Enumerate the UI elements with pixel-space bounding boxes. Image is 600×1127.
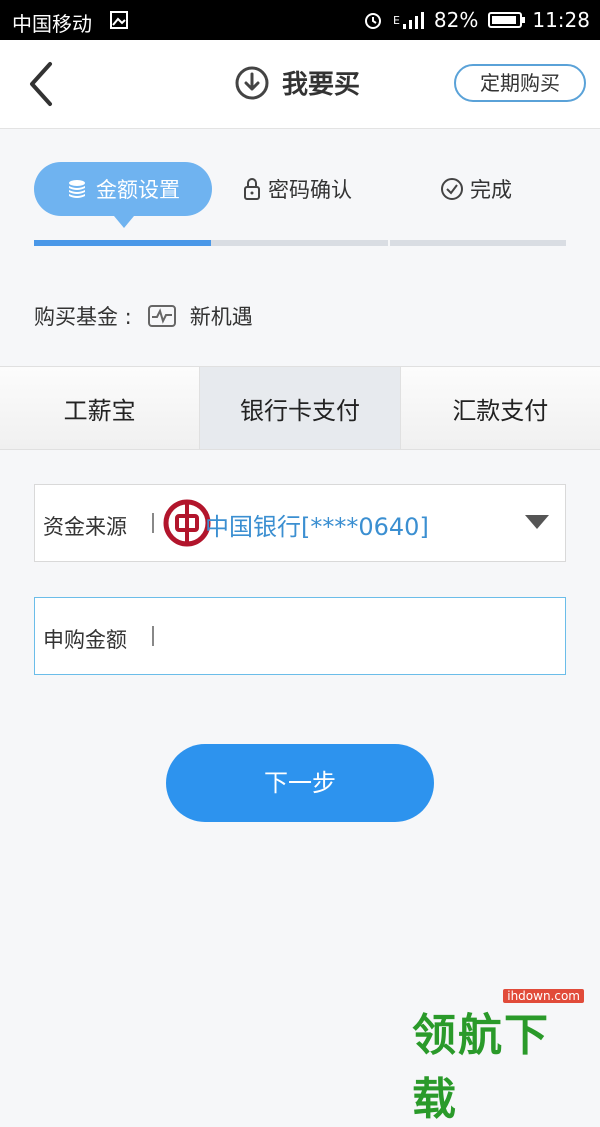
dropdown-arrow-icon[interactable] bbox=[525, 515, 549, 529]
step-password-confirm: 密码确认 bbox=[242, 174, 352, 204]
fund-name: 新机遇 bbox=[189, 305, 253, 329]
alarm-icon bbox=[364, 13, 381, 29]
step-label: 金额设置 bbox=[96, 178, 180, 202]
page-title: 我要买 bbox=[282, 70, 361, 100]
tab-remittance-payment[interactable]: 汇款支付 bbox=[400, 367, 600, 449]
fund-source-label: 资金来源 bbox=[43, 515, 127, 539]
purchase-amount-label: 申购金额 bbox=[43, 628, 127, 652]
header: 我要买 定期购买 bbox=[0, 40, 600, 129]
clock: 11:28 bbox=[532, 8, 590, 32]
step-complete: 完成 bbox=[440, 174, 512, 204]
chevron-left-icon[interactable] bbox=[20, 60, 60, 108]
next-step-button[interactable]: 下一步 bbox=[166, 744, 434, 822]
status-bar: 中国移动 E 82% 11:28 bbox=[0, 0, 600, 40]
step-amount-setting: 金额设置 bbox=[34, 162, 212, 228]
fund-source-select[interactable]: 资金来源 中国银行[****0640] bbox=[34, 484, 566, 562]
fund-row: 购买基金 : 新机遇 bbox=[34, 301, 253, 331]
watermark-logo: ihdown.com 领航下载 bbox=[406, 989, 586, 1125]
purchase-amount-field[interactable]: 申购金额 bbox=[34, 597, 566, 675]
status-right: E 82% 11:28 bbox=[363, 8, 590, 32]
bank-account-value: 中国银行[****0640] bbox=[205, 513, 429, 541]
regular-purchase-button[interactable]: 定期购买 bbox=[454, 64, 586, 102]
step-label: 完成 bbox=[470, 178, 512, 202]
divider bbox=[152, 513, 154, 533]
step-label: 密码确认 bbox=[268, 178, 352, 202]
fund-label: 购买基金 : bbox=[34, 305, 132, 329]
progress-divider bbox=[388, 240, 390, 246]
payment-tabs: 工薪宝 银行卡支付 汇款支付 bbox=[0, 366, 600, 450]
signal-icon bbox=[402, 12, 424, 29]
step-indicator: 金额设置 密码确认 完成 购买基金 : 新机遇 bbox=[0, 129, 600, 364]
tab-bank-card-payment[interactable]: 银行卡支付 bbox=[200, 367, 401, 449]
network-type: E bbox=[392, 13, 400, 27]
watermark-text: 领航下载 bbox=[412, 1010, 550, 1125]
lock-icon bbox=[244, 178, 260, 200]
download-circle-icon bbox=[235, 66, 269, 99]
progress-fill bbox=[34, 240, 212, 246]
carrier-name: 中国移动 bbox=[12, 12, 92, 36]
step-progress-bar bbox=[34, 240, 566, 246]
pulse-chart-icon bbox=[147, 305, 176, 327]
coins-icon bbox=[69, 180, 85, 198]
tab-salary-treasure[interactable]: 工薪宝 bbox=[0, 367, 201, 449]
battery-percent: 82% bbox=[433, 8, 479, 32]
image-icon bbox=[110, 11, 128, 29]
battery-icon bbox=[488, 12, 526, 28]
title-wrap: 我要买 bbox=[234, 64, 360, 101]
text-cursor bbox=[152, 626, 154, 646]
bank-of-china-logo-icon bbox=[163, 499, 211, 547]
check-circle-icon bbox=[441, 178, 463, 200]
